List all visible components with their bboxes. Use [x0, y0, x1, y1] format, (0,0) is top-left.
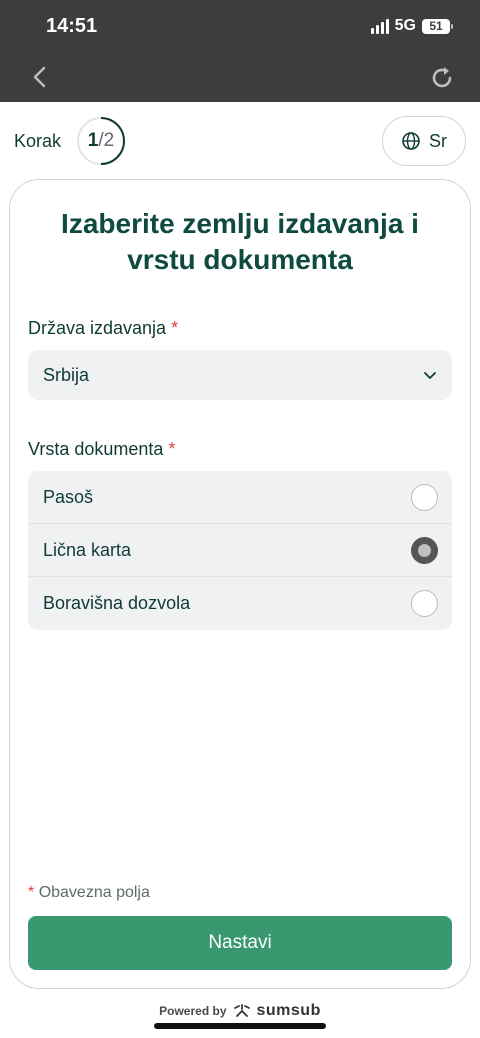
powered-by-footer: Powered by sumsub — [0, 1002, 480, 1020]
card-title: Izaberite zemlju izdavanja i vrstu dokum… — [61, 208, 419, 275]
radio-option-passport[interactable]: Pasoš — [28, 471, 452, 524]
step-label: Korak — [14, 131, 62, 151]
battery-icon: 51 — [422, 18, 453, 34]
step-total: 2 — [103, 130, 115, 151]
radio-option-label: Pasoš — [43, 487, 94, 507]
doc-type-radio-group: Pasoš Lična karta Boravišna dozvola — [28, 471, 452, 630]
home-indicator — [154, 1023, 326, 1029]
browser-nav-bar — [0, 52, 480, 102]
sumsub-logo-icon — [233, 1004, 250, 1017]
required-mark: * — [171, 318, 179, 338]
network-type: 5G — [394, 17, 416, 34]
required-fields-note: * Obavezna polja — [28, 884, 150, 902]
country-select-value: Srbija — [43, 365, 90, 385]
doc-type-field-label: Vrsta dokumenta * — [28, 439, 175, 460]
required-mark: * — [168, 439, 176, 459]
country-select[interactable]: Srbija — [28, 350, 452, 400]
signal-icon — [370, 18, 389, 34]
radio-button[interactable] — [411, 590, 438, 617]
step-counter: 1/2 — [76, 130, 126, 152]
continue-button[interactable]: Nastavi — [28, 916, 452, 970]
radio-option-id-card[interactable]: Lična karta — [28, 524, 452, 577]
radio-option-label: Boravišna dozvola — [43, 593, 191, 613]
step-row: Korak 1/2 Sr — [0, 114, 480, 168]
chevron-down-icon — [424, 372, 436, 379]
status-time: 14:51 — [46, 15, 98, 37]
language-label: Sr — [429, 130, 447, 151]
step-current: 1 — [87, 130, 99, 151]
battery-level: 51 — [429, 19, 443, 33]
status-bar: 14:51 5G 51 — [0, 0, 480, 52]
brand-name: sumsub — [256, 1002, 321, 1019]
country-label-text: Država izdavanja — [28, 318, 167, 338]
language-button[interactable]: Sr — [382, 116, 466, 166]
required-mark: * — [28, 884, 35, 901]
required-note-text: Obavezna polja — [38, 884, 150, 901]
country-field-label: Država izdavanja * — [28, 318, 178, 339]
radio-button[interactable] — [411, 484, 438, 511]
status-indicators: 5G 51 — [370, 17, 453, 35]
powered-by-text: Powered by — [159, 1004, 227, 1018]
radio-option-residence-permit[interactable]: Boravišna dozvola — [28, 577, 452, 630]
radio-button[interactable] — [411, 537, 438, 564]
radio-option-label: Lična karta — [43, 540, 132, 560]
document-selection-card: Izaberite zemlju izdavanja i vrstu dokum… — [9, 179, 471, 989]
reload-icon[interactable] — [428, 64, 456, 92]
chevron-left-icon[interactable] — [28, 64, 54, 90]
globe-icon — [402, 132, 420, 150]
doc-type-label-text: Vrsta dokumenta — [28, 439, 164, 459]
